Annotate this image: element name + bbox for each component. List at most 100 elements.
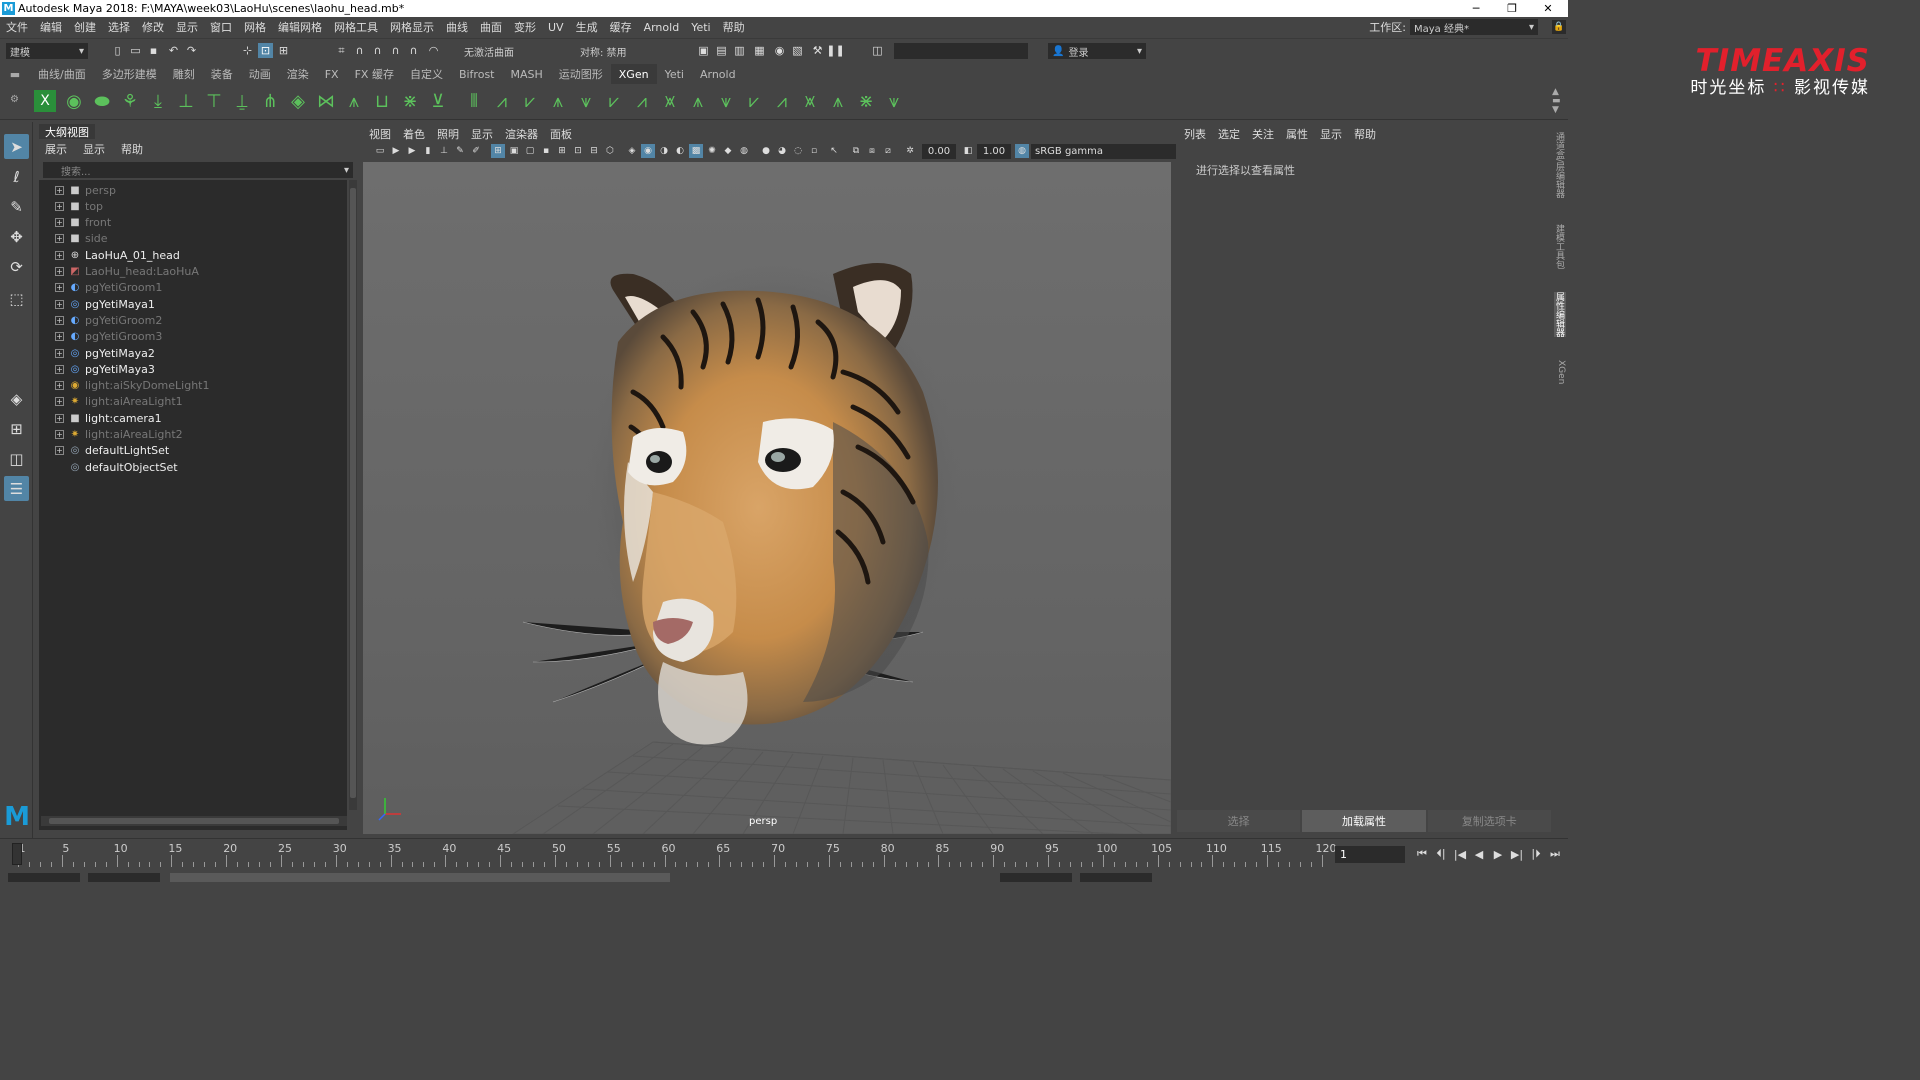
paint-select-tool-icon[interactable]: ✎: [4, 194, 29, 219]
menu-display[interactable]: 显示: [170, 19, 204, 35]
groom-tool-10-icon[interactable]: ⩚: [342, 88, 366, 114]
current-frame-field[interactable]: 1: [1335, 846, 1405, 863]
outliner-row[interactable]: + ◎ pgYetiMaya2: [39, 345, 339, 361]
grease-pencil-icon[interactable]: ✎: [453, 144, 467, 158]
menu-mesh[interactable]: 网格: [238, 19, 272, 35]
image-plane-icon[interactable]: ▮: [421, 144, 435, 158]
smooth-shade-icon[interactable]: ◈: [625, 144, 639, 158]
step-forward-frame-icon[interactable]: ▶|: [1508, 845, 1526, 863]
timeline-ruler[interactable]: 1 5 10 15 20 25 30 35 40 45 50 55 60 65 70 75 80 85 90 95 10…: [6, 841, 1337, 867]
side-tab-attribute-editor[interactable]: 属性编辑器: [1554, 292, 1566, 337]
snap-curve-icon[interactable]: ∩: [352, 43, 367, 58]
copy-tab-button[interactable]: 复制选项卡: [1427, 810, 1551, 832]
expand-icon[interactable]: +: [55, 381, 64, 391]
field-chart-icon[interactable]: ⊞: [555, 144, 569, 158]
outliner-row[interactable]: + ■ persp: [39, 182, 339, 198]
shelf-tab-poly[interactable]: 多边形建模: [94, 64, 165, 84]
textured-icon[interactable]: ◉: [641, 144, 655, 158]
shelf-options-icon[interactable]: ⚙: [10, 94, 19, 105]
ambient-occlusion-icon[interactable]: ✺: [705, 144, 719, 158]
snap-live-icon[interactable]: ◠: [426, 43, 441, 58]
exposure-field[interactable]: 0.00: [922, 144, 956, 159]
two-d-pan-icon[interactable]: ⊥: [437, 144, 451, 158]
redo-icon[interactable]: ↷: [184, 43, 199, 58]
sidebar-toggle-icon[interactable]: ◫: [870, 43, 885, 58]
groom-tool-15-icon[interactable]: ⩘: [490, 88, 514, 114]
expand-icon[interactable]: +: [55, 201, 64, 211]
select-by-hierarchy-icon[interactable]: ⊹: [240, 43, 255, 58]
range-bar[interactable]: [170, 873, 670, 882]
groom-cut-icon[interactable]: ⊥: [174, 88, 198, 114]
render-current-icon[interactable]: ▤: [714, 43, 729, 58]
menu-mesh-display[interactable]: 网格显示: [384, 19, 440, 35]
playback-start-field[interactable]: [88, 873, 160, 882]
select-tool-icon[interactable]: ➤: [4, 134, 29, 159]
frame-all-icon[interactable]: ⧉: [849, 144, 863, 158]
menu-edit[interactable]: 编辑: [34, 19, 68, 35]
outliner-row[interactable]: + ■ top: [39, 198, 339, 214]
viewport-menu-panels[interactable]: 面板: [544, 126, 578, 142]
expand-icon[interactable]: +: [55, 250, 64, 260]
menu-select[interactable]: 选择: [102, 19, 136, 35]
shelf-tab-fx-cache[interactable]: FX 缓存: [347, 64, 402, 84]
outliner-row[interactable]: + ⊕ LaoHuA_01_head: [39, 247, 339, 263]
select-tool-viewport-icon[interactable]: ↖: [827, 144, 841, 158]
expand-icon[interactable]: +: [55, 283, 64, 293]
expand-icon[interactable]: +: [55, 430, 64, 439]
outliner-search-input[interactable]: 搜索... ▾: [43, 162, 353, 178]
groom-tool-18-icon[interactable]: ⩛: [574, 88, 598, 114]
groom-tool-25-icon[interactable]: ⩘: [770, 88, 794, 114]
color-management-icon[interactable]: ◍: [1015, 144, 1029, 158]
shelf-tab-arnold[interactable]: Arnold: [692, 64, 744, 84]
save-scene-icon[interactable]: ▪: [146, 43, 161, 58]
minimize-button[interactable]: ─: [1458, 0, 1494, 17]
expand-icon[interactable]: +: [55, 185, 64, 195]
menu-curves[interactable]: 曲线: [440, 19, 474, 35]
side-tab-xgen[interactable]: XGen: [1554, 360, 1566, 384]
outliner-row[interactable]: + ◐ pgYetiGroom1: [39, 280, 339, 296]
snap-projected-icon[interactable]: ∩: [388, 43, 403, 58]
expand-icon[interactable]: +: [55, 332, 64, 342]
viewport-canvas[interactable]: persp: [363, 162, 1171, 834]
menu-yeti[interactable]: Yeti: [685, 21, 716, 34]
end-time-field[interactable]: [1080, 873, 1152, 882]
live-surface-label[interactable]: 无激活曲面: [460, 43, 540, 59]
select-button[interactable]: 选择: [1177, 810, 1301, 832]
outliner-row[interactable]: + ■ light:camera1: [39, 410, 339, 426]
groom-tool-16-icon[interactable]: ⩗: [518, 88, 542, 114]
expand-icon[interactable]: +: [55, 397, 64, 407]
wireframe-icon[interactable]: ⬡: [603, 144, 617, 158]
expand-icon[interactable]: +: [55, 348, 64, 358]
menu-windows[interactable]: 窗口: [204, 19, 238, 35]
load-attributes-button[interactable]: 加载属性: [1302, 810, 1426, 832]
expand-icon[interactable]: +: [55, 413, 64, 423]
expand-icon[interactable]: +: [55, 446, 64, 456]
groom-pin-icon[interactable]: ⍊: [230, 88, 254, 114]
xgen-editor-icon[interactable]: X: [34, 90, 56, 112]
lasso-tool-icon[interactable]: ℓ: [4, 164, 29, 189]
shelf-tab-curves[interactable]: 曲线/曲面: [30, 64, 94, 84]
render-settings-icon[interactable]: ▦: [752, 43, 767, 58]
groom-tool-27-icon[interactable]: ⩚: [826, 88, 850, 114]
expand-icon[interactable]: +: [55, 218, 64, 228]
select-by-object-icon[interactable]: ⊡: [258, 43, 273, 58]
gamma-field[interactable]: 1.00: [977, 144, 1011, 159]
menu-file[interactable]: 文件: [0, 19, 34, 35]
viewport-menu-lighting[interactable]: 照明: [431, 126, 465, 142]
outliner-row[interactable]: + ◩ LaoHu_head:LaoHuA: [39, 264, 339, 280]
outliner-row[interactable]: + ■ front: [39, 215, 339, 231]
isolate-select-icon[interactable]: ◍: [737, 144, 751, 158]
new-scene-icon[interactable]: ▯: [110, 43, 125, 58]
arnold-ipr-icon[interactable]: ⚒: [810, 43, 825, 58]
side-tab-modeling-toolkit[interactable]: 建模工具包: [1554, 224, 1566, 269]
frame-selected-icon[interactable]: ⧈: [865, 144, 879, 158]
motion-blur-icon[interactable]: ◕: [775, 144, 789, 158]
groom-tool-23-icon[interactable]: ⩛: [714, 88, 738, 114]
groom-tool-24-icon[interactable]: ⩗: [742, 88, 766, 114]
outliner-row[interactable]: + ◎ pgYetiMaya3: [39, 361, 339, 377]
groom-layers-icon[interactable]: ◈: [286, 88, 310, 114]
camera-attributes-icon[interactable]: ▶: [389, 144, 403, 158]
snap-view-plane-icon[interactable]: ∩: [406, 43, 421, 58]
outliner-row[interactable]: + ■ side: [39, 231, 339, 247]
two-view-icon[interactable]: ◫: [4, 446, 29, 471]
